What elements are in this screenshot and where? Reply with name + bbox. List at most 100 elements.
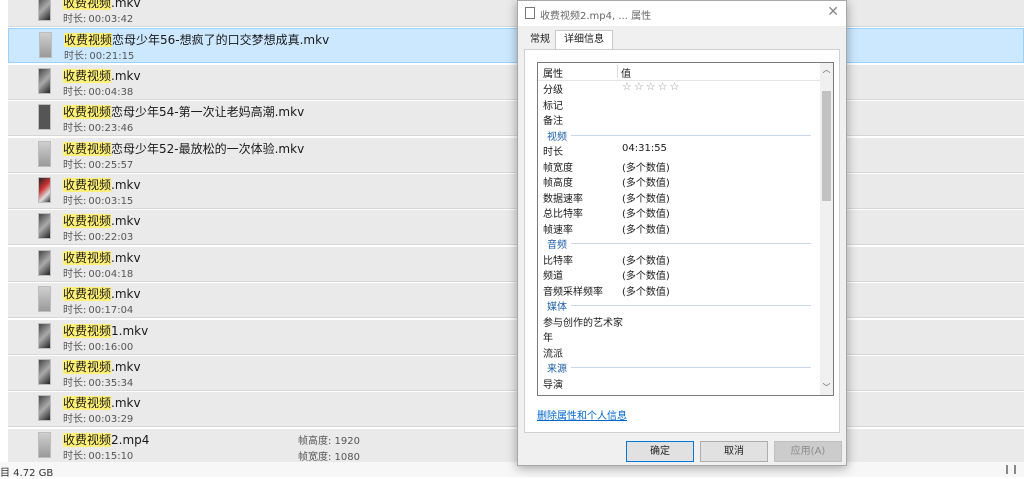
duration-label: 时长: xyxy=(63,414,87,426)
column-divider[interactable] xyxy=(617,65,618,78)
duration-value: 00:35:34 xyxy=(88,378,134,389)
property-row[interactable]: 分级 ☆☆☆☆☆ xyxy=(538,80,821,96)
rating-stars[interactable]: ☆☆☆☆☆ xyxy=(622,80,681,93)
section-divider xyxy=(568,243,811,244)
file-name-rest: 1.mkv xyxy=(111,323,149,338)
file-duration: 时长: 00:03:29 xyxy=(63,410,133,425)
file-row[interactable]: 收费视频.mkv 时长: 00:03:42 xyxy=(8,0,1024,27)
property-section: 视频 xyxy=(538,127,821,143)
file-name-rest: .mkv xyxy=(111,68,141,83)
property-row[interactable]: 流派 xyxy=(538,344,821,360)
file-name: 收费视频.mkv xyxy=(63,176,141,193)
property-name: 帧宽度 xyxy=(543,162,573,174)
video-thumbnail xyxy=(38,140,51,167)
property-row[interactable]: 年 xyxy=(538,328,821,344)
property-row[interactable]: 帧宽度 (多个数值) xyxy=(538,158,821,174)
file-row[interactable]: 收费视频.mkv 时长: 00:04:38 xyxy=(8,64,1024,100)
duration-value: 00:04:38 xyxy=(88,86,134,98)
property-value: (多个数值) xyxy=(622,224,670,236)
ok-button[interactable]: 确定 xyxy=(626,441,694,462)
property-row[interactable]: 参与创作的艺术家 xyxy=(538,313,821,329)
file-row[interactable]: 收费视频.mkv 时长: 00:35:34 xyxy=(8,356,1024,391)
scroll-down-icon[interactable]: ﹀ xyxy=(820,381,833,395)
property-value: (多个数值) xyxy=(622,286,670,298)
remove-properties-link[interactable]: 删除属性和个人信息 xyxy=(537,407,627,422)
file-list: 收费视频.mkv 时长: 00:03:42 收费视频恋母少年56-想疯了的口交梦想成真… xyxy=(0,0,1024,462)
search-highlight: 收费视频 xyxy=(63,360,112,374)
duration-value: 00:23:46 xyxy=(88,123,134,135)
file-row[interactable]: 收费视频2.mp4 时长: 00:15:10 帧高度: 1920 帧宽度: 1080 xyxy=(8,428,1024,462)
file-duration: 时长: 00:16:00 xyxy=(63,338,133,353)
file-duration: 时长: 00:35:34 xyxy=(63,374,133,389)
file-row[interactable]: 收费视频.mkv 时长: 00:17:04 xyxy=(8,283,1024,319)
file-name-rest: .mkv xyxy=(111,250,141,265)
file-name-rest: 恋母少年52-最放松的一次体验.mkv xyxy=(111,141,305,156)
file-name: 收费视频恋母少年52-最放松的一次体验.mkv xyxy=(63,140,304,157)
property-row[interactable]: 比特率 (多个数值) xyxy=(538,251,821,267)
property-name: 流派 xyxy=(543,348,563,360)
frame-height: 帧高度: 1920 xyxy=(298,435,360,447)
property-row[interactable]: 总比特率 (多个数值) xyxy=(538,204,821,220)
file-row[interactable]: 收费视频恋母少年52-最放松的一次体验.mkv 时长: 00:25:57 xyxy=(8,137,1024,173)
section-label: 音频 xyxy=(547,236,571,251)
video-thumbnail xyxy=(39,32,52,59)
cancel-button[interactable]: 取消 xyxy=(700,441,768,462)
property-row[interactable]: 帧高度 (多个数值) xyxy=(538,173,821,189)
file-name-rest: 恋母少年56-想疯了的口交梦想成真.mkv xyxy=(112,33,330,48)
property-name: 音频采样频率 xyxy=(543,286,603,298)
file-name-rest: .mkv xyxy=(111,0,141,10)
property-row[interactable]: 导演 xyxy=(538,375,821,391)
file-row[interactable]: 收费视频.mkv 时长: 00:03:29 xyxy=(8,392,1024,428)
property-row[interactable]: 音频采样频率 (多个数值) xyxy=(538,282,821,298)
file-duration: 时长: 00:22:03 xyxy=(63,228,133,243)
property-list-scrollbar[interactable]: ︿ ﹀ xyxy=(820,63,833,395)
duration-label: 时长: xyxy=(63,86,87,98)
file-name: 收费视频.mkv xyxy=(63,212,141,229)
video-thumbnail xyxy=(38,431,51,458)
file-duration: 时长: 00:21:15 xyxy=(64,47,134,62)
tab-details[interactable]: 详细信息 xyxy=(555,30,613,49)
property-name: 频道 xyxy=(543,271,563,282)
dialog-title: 收费视频2.mp4, ... 属性 xyxy=(540,11,652,22)
file-name-rest: 恋母少年54-第一次让老妈高潮.mkv xyxy=(111,105,305,120)
tab-general[interactable]: 常规 xyxy=(525,31,555,48)
scroll-up-icon[interactable]: ︿ xyxy=(820,63,833,77)
file-row[interactable]: 收费视频.mkv 时长: 00:03:15 xyxy=(8,174,1024,209)
video-thumbnail xyxy=(38,395,51,422)
property-row[interactable]: 数据速率 (多个数值) xyxy=(538,189,821,205)
duration-value: 00:15:10 xyxy=(88,450,134,462)
column-header-property[interactable]: 属性 xyxy=(543,65,563,80)
property-row[interactable]: 时长 04:31:55 xyxy=(538,142,821,158)
file-duration: 时长: 00:25:57 xyxy=(63,156,133,171)
column-header-value[interactable]: 值 xyxy=(621,65,631,80)
property-row[interactable]: 频道 (多个数值) xyxy=(538,266,821,282)
file-row[interactable]: 收费视频.mkv 时长: 00:04:18 xyxy=(8,246,1024,282)
property-value: (多个数值) xyxy=(622,162,670,174)
search-highlight: 收费视频 xyxy=(63,105,112,120)
scroll-thumb[interactable] xyxy=(822,91,831,201)
property-row[interactable]: 帧速率 (多个数值) xyxy=(538,220,821,236)
video-thumbnail xyxy=(38,359,51,385)
file-icon xyxy=(525,7,535,19)
file-row[interactable]: 收费视频1.mkv 时长: 00:16:00 xyxy=(8,319,1024,355)
search-highlight: 收费视频 xyxy=(63,214,112,229)
file-row[interactable]: 收费视频恋母少年56-想疯了的口交梦想成真.mkv 时长: 00:21:15 xyxy=(8,28,1024,64)
details-panel: 属性 值 分级 ☆☆☆☆☆ 标记 备注 视频 时长 04:31:55 帧宽度 (多个数值) 帧高度… xyxy=(524,49,840,433)
video-thumbnail xyxy=(38,322,51,349)
property-section: 音频 xyxy=(538,235,821,251)
property-row[interactable]: 标记 xyxy=(538,96,821,112)
properties-dialog: 收费视频2.mp4, ... 属性 ✕ 常规 详细信息 属性 值 分级 ☆☆☆☆☆… xyxy=(517,0,847,466)
file-name-rest: .mkv xyxy=(111,360,141,374)
property-value: (多个数值) xyxy=(622,271,670,282)
file-row[interactable]: 收费视频恋母少年54-第一次让老妈高潮.mkv 时长: 00:23:46 xyxy=(8,101,1024,137)
close-icon[interactable]: ✕ xyxy=(827,4,839,20)
apply-button[interactable]: 应用(A) xyxy=(774,441,842,462)
section-divider xyxy=(568,367,811,368)
duration-label: 时长: xyxy=(63,159,87,171)
file-row[interactable]: 收费视频.mkv 时长: 00:22:03 xyxy=(8,210,1024,246)
property-row[interactable]: 备注 xyxy=(538,111,821,127)
file-name-rest: .mkv xyxy=(111,214,141,229)
file-name-rest: .mkv xyxy=(111,178,141,192)
view-toggle-icon[interactable] xyxy=(1006,465,1016,474)
property-list: 属性 值 分级 ☆☆☆☆☆ 标记 备注 视频 时长 04:31:55 帧宽度 (多个数值) 帧高度… xyxy=(537,62,834,396)
